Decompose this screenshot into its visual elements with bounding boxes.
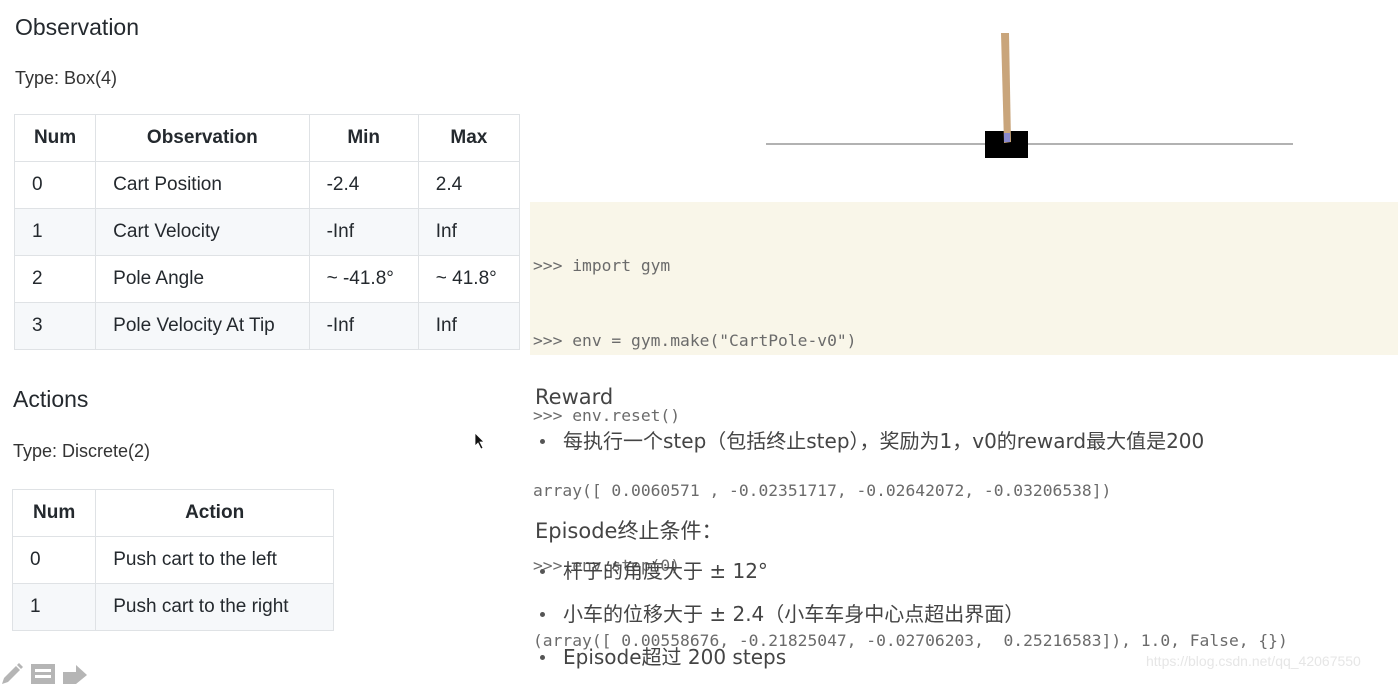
cell-action: Push cart to the right bbox=[95, 583, 334, 631]
share-arrow-icon[interactable] bbox=[62, 662, 88, 689]
cell-max: 2.4 bbox=[417, 161, 521, 209]
cell-num: 1 bbox=[13, 208, 97, 256]
header-max: Max bbox=[417, 114, 521, 162]
cell-num: 0 bbox=[11, 536, 97, 584]
toolbar bbox=[0, 662, 88, 689]
code-line: >>> env = gym.make("CartPole-v0") bbox=[533, 331, 857, 350]
cell-min: ~ -41.8° bbox=[308, 255, 419, 303]
actions-table: Num Action 0 Push cart to the left 1 Pus… bbox=[11, 489, 334, 631]
cell-num: 1 bbox=[11, 583, 97, 631]
cell-max: Inf bbox=[417, 208, 521, 256]
pole bbox=[1001, 33, 1011, 143]
cell-min: -Inf bbox=[308, 302, 419, 350]
cell-min: -Inf bbox=[308, 208, 419, 256]
list-item: 小车的位移大于 ± 2.4（小车车身中心点超出界面） bbox=[535, 599, 1024, 642]
cell-num: 2 bbox=[13, 255, 97, 303]
reward-title: Reward bbox=[535, 385, 614, 409]
cell-observation: Cart Position bbox=[95, 161, 310, 209]
cell-observation: Cart Velocity bbox=[95, 208, 310, 256]
actions-title: Actions bbox=[13, 386, 89, 412]
observation-title: Observation bbox=[15, 14, 140, 40]
observation-type: Type: Box(4) bbox=[15, 68, 118, 88]
table-row: 1 Cart Velocity -Inf Inf bbox=[13, 208, 521, 256]
header-action: Action bbox=[95, 489, 334, 537]
reward-list: 每执行一个step（包括终止step），奖励为1，v0的reward最大值是20… bbox=[535, 426, 1204, 469]
table-row: 3 Pole Velocity At Tip -Inf Inf bbox=[13, 302, 521, 350]
mouse-cursor-icon bbox=[474, 432, 485, 450]
pencil-icon[interactable] bbox=[0, 662, 24, 689]
header-num: Num bbox=[13, 114, 97, 162]
header-observation: Observation bbox=[95, 114, 310, 162]
cell-observation: Pole Velocity At Tip bbox=[95, 302, 310, 350]
cell-observation: Pole Angle bbox=[95, 255, 310, 303]
code-line: >>> import gym bbox=[533, 256, 671, 275]
header-min: Min bbox=[308, 114, 419, 162]
table-row: 2 Pole Angle ~ -41.8° ~ 41.8° bbox=[13, 255, 521, 303]
list-item: Episode超过 200 steps bbox=[535, 642, 1024, 685]
watermark: https://blog.csdn.net/qq_42067550 bbox=[1146, 653, 1361, 669]
code-block: >>> import gym >>> env = gym.make("CartP… bbox=[530, 202, 1398, 650]
cell-max: ~ 41.8° bbox=[417, 255, 521, 303]
actions-type: Type: Discrete(2) bbox=[13, 441, 151, 461]
list-item: 杆子的角度大于 ± 12° bbox=[535, 556, 1024, 599]
code-line: >>> env.reset() bbox=[533, 406, 681, 425]
table-row: 0 Cart Position -2.4 2.4 bbox=[13, 161, 521, 209]
table-row: 0 Push cart to the left bbox=[11, 536, 334, 584]
axle bbox=[1004, 133, 1010, 142]
list-item: 每执行一个step（包括终止step），奖励为1，v0的reward最大值是20… bbox=[535, 426, 1204, 469]
cell-num: 3 bbox=[13, 302, 97, 350]
code-line: array([ 0.0060571 , -0.02351717, -0.0264… bbox=[533, 481, 1112, 500]
cell-num: 0 bbox=[13, 161, 97, 209]
table-header-row: Num Observation Min Max bbox=[13, 114, 521, 162]
header-num: Num bbox=[11, 489, 97, 537]
table-header-row: Num Action bbox=[11, 489, 334, 537]
cell-max: Inf bbox=[417, 302, 521, 350]
episode-list: 杆子的角度大于 ± 12° 小车的位移大于 ± 2.4（小车车身中心点超出界面）… bbox=[535, 556, 1024, 685]
note-icon[interactable] bbox=[30, 662, 56, 689]
cell-action: Push cart to the left bbox=[95, 536, 334, 584]
cartpole-render bbox=[766, 33, 1293, 158]
cell-min: -2.4 bbox=[308, 161, 419, 209]
table-row: 1 Push cart to the right bbox=[11, 583, 334, 631]
observation-table: Num Observation Min Max 0 Cart Position … bbox=[13, 114, 521, 350]
episode-title: Episode终止条件： bbox=[535, 519, 723, 543]
